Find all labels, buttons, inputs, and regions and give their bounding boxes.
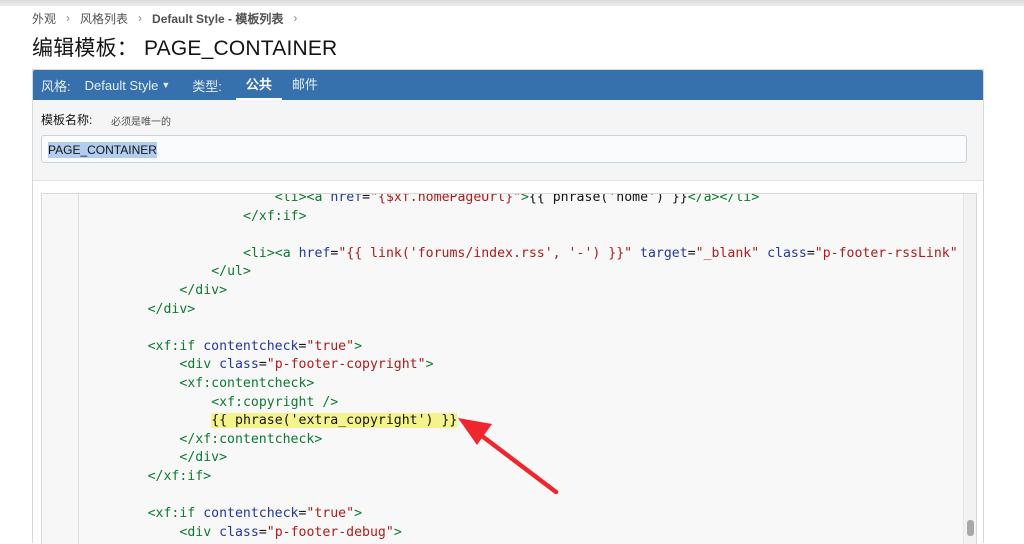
template-edit-panel: 风格: Default Style ▼ 类型: 公共 邮件 模板名称: 必须是唯… [32, 69, 984, 544]
breadcrumb: 外观 › 风格列表 › Default Style - 模板列表 › [32, 10, 307, 26]
tab-email[interactable]: 邮件 [282, 70, 328, 100]
code-line[interactable]: 624</xf:if> [148, 468, 212, 487]
style-value: Default Style [84, 77, 159, 93]
code-line[interactable]: 618<div class="p-footer-copyright"> [179, 356, 433, 375]
template-name-label: 模板名称: [41, 113, 93, 127]
chevron-right-icon: › [138, 11, 143, 25]
code-line[interactable]: 614</div> [179, 282, 227, 301]
code-editor[interactable]: 609<li><a href="{$xf.homePageUrl}">{{ ph… [41, 193, 977, 544]
code-line[interactable]: 621{{ phrase('extra_copyright') }} [211, 412, 458, 431]
code-text: </xf:if> [243, 208, 307, 224]
code-text: <xf:if contentcheck="true"> [147, 506, 363, 522]
code-line[interactable]: 615</div> [148, 301, 196, 320]
code-text: <xf:contentcheck> [179, 376, 315, 391]
line-number-gutter [42, 194, 79, 544]
chevron-right-icon: › [66, 11, 71, 25]
tab-bar: 风格: Default Style ▼ 类型: 公共 邮件 [33, 70, 983, 100]
code-text: <li><a href="{$xf.homePageUrl}">{{ phras… [274, 194, 760, 205]
caret-down-icon: ▼ [161, 80, 171, 90]
code-line[interactable]: 612<li><a href="{{ link('forums/index.rs… [243, 245, 964, 264]
code-text: <div class="p-footer-copyright"> [179, 357, 434, 373]
breadcrumb-appearance[interactable]: 外观 [32, 10, 56, 27]
browser-top-edge [0, 0, 1024, 6]
code-text: <li><a href="{{ link('forums/index.rss',… [243, 245, 958, 261]
code-text: <xf:copyright /> [211, 394, 339, 410]
code-line[interactable]: 620<xf:copyright /> [211, 394, 338, 413]
code-line[interactable]: 627<div class="p-footer-debug"> [179, 524, 401, 543]
code-area[interactable]: 609<li><a href="{$xf.homePageUrl}">{{ ph… [78, 194, 964, 544]
style-label: 风格: [41, 78, 71, 94]
page-title: 编辑模板： PAGE_CONTAINER [32, 37, 338, 60]
code-text: </div> [179, 283, 228, 298]
code-line[interactable]: 617<xf:if contentcheck="true"> [148, 338, 362, 357]
breadcrumb-template-list[interactable]: Default Style - 模板列表 [152, 10, 283, 27]
code-line[interactable]: 622</xf:contentcheck> [179, 431, 322, 450]
code-line[interactable]: 626<xf:if contentcheck="true"> [148, 505, 362, 524]
code-line[interactable]: 613</ul> [211, 263, 251, 282]
code-line[interactable]: 619<xf:contentcheck> [179, 375, 314, 394]
code-text: <xf:if contentcheck="true"> [147, 338, 363, 354]
template-name-hint: 必须是唯一的 [111, 117, 171, 128]
code-line[interactable]: 623</div> [179, 449, 227, 468]
breadcrumb-style-list[interactable]: 风格列表 [80, 10, 128, 27]
code-text: <div class="p-footer-debug"> [179, 524, 402, 540]
code-text: </xf:if> [147, 469, 212, 484]
tab-public[interactable]: 公共 [235, 70, 282, 100]
code-text: </div> [147, 301, 196, 317]
code-line[interactable]: 610</xf:if> [243, 208, 307, 227]
code-line[interactable]: 609<li><a href="{$xf.homePageUrl}">{{ ph… [275, 194, 759, 208]
chevron-right-icon: › [293, 11, 298, 25]
code-text: </ul> [211, 264, 251, 280]
editor-scrollbar[interactable] [963, 194, 976, 544]
code-text: </div> [179, 450, 228, 466]
template-name-row: 模板名称: 必须是唯一的 PAGE_CONTAINER [33, 100, 983, 181]
template-name-input[interactable]: PAGE_CONTAINER [41, 135, 967, 163]
code-text: </xf:contentcheck> [179, 431, 323, 447]
scrollbar-thumb[interactable] [967, 520, 974, 536]
code-text: {{ phrase('extra_copyright') }} [211, 413, 458, 429]
type-label: 类型: [192, 78, 222, 94]
style-selector[interactable]: Default Style ▼ [85, 78, 171, 93]
template-name-value: PAGE_CONTAINER [48, 142, 157, 158]
